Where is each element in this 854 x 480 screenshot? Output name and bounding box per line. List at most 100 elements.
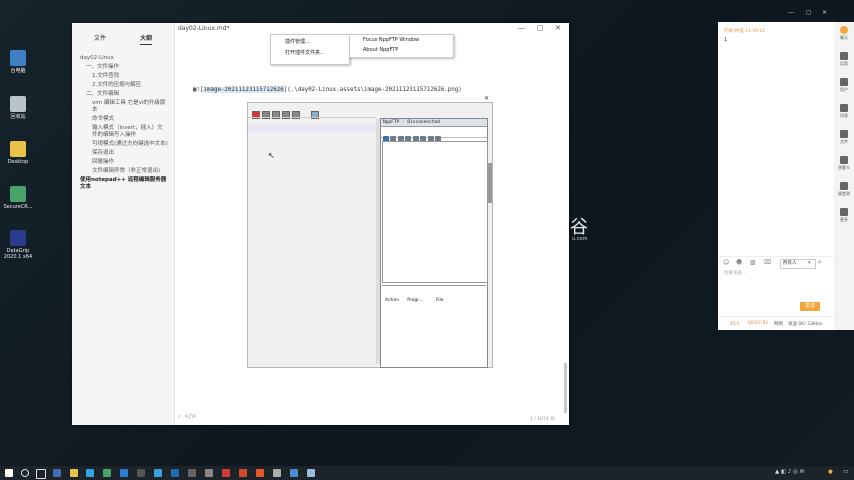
app-icon[interactable]: [222, 469, 230, 477]
menu-item-focus-nppftp[interactable]: Focus NppFTP Window: [350, 35, 453, 45]
chat-tab-label: 聊天: [840, 35, 848, 40]
image-link-suffix: ](.\day02-Linux.assets\image-20211123115…: [283, 87, 462, 93]
securecrt-icon: [10, 186, 26, 202]
remote-file-tree[interactable]: [382, 141, 488, 283]
tray-icons[interactable]: ▲ ◧ ♪ ◎ ✉: [775, 469, 804, 475]
answer-card-tab[interactable]: 答题卡: [837, 156, 851, 171]
start-icon[interactable]: [5, 469, 13, 477]
quiz-tab[interactable]: 随堂测: [837, 182, 851, 197]
tab-outline[interactable]: 大纲: [140, 33, 153, 45]
desktop-icon-computer[interactable]: 台电脑: [2, 50, 34, 74]
menu-item-plugin-manager[interactable]: 插件管理...: [271, 35, 349, 46]
app-icon[interactable]: [307, 469, 315, 477]
tray-app-icon[interactable]: ●: [828, 469, 833, 475]
transfer-queue: Action Progr... File: [382, 285, 486, 364]
outline-item[interactable]: 回撤操作: [80, 159, 168, 166]
explorer-icon[interactable]: [53, 469, 61, 477]
desktop-icon-securecrt[interactable]: SecureCR...: [2, 186, 34, 210]
terminal-icon[interactable]: [137, 469, 145, 477]
more-tab[interactable]: 更多: [837, 208, 851, 223]
close-icon[interactable]: ✕: [822, 9, 827, 16]
column-action[interactable]: Action: [385, 298, 399, 303]
screenshot-icon[interactable]: ⌧: [764, 259, 771, 266]
outline-item[interactable]: 可视模式(通过方向键选中文本): [80, 141, 168, 148]
source-code-icon[interactable]: </>: [184, 413, 196, 420]
mic-tab-label: 话筒: [840, 61, 848, 66]
desktop-icon-recycle-bin[interactable]: 回收站: [2, 96, 34, 120]
qa-tab[interactable]: 问答: [837, 104, 851, 119]
file-tab[interactable]: 文件: [837, 130, 851, 145]
outline-item[interactable]: 保存退出: [80, 150, 168, 157]
outline-item[interactable]: 使用notepad++ 远程编辑服务器文本: [80, 177, 168, 191]
close-icon[interactable]: ✕: [555, 24, 561, 32]
task-view-icon[interactable]: [36, 469, 46, 479]
app-icon[interactable]: [256, 469, 264, 477]
image-markdown-line[interactable]: ▣![image-20211123115712626](.\day02-Linu…: [193, 87, 462, 93]
menu-item-open-plugin-folder[interactable]: 打开插件文件夹...: [271, 46, 349, 57]
app-icon[interactable]: [273, 469, 281, 477]
desktop-icon-label: SecureCR...: [3, 204, 33, 210]
chat-tab[interactable]: 聊天: [837, 26, 851, 41]
tab-files[interactable]: 文件: [94, 33, 106, 42]
desktop-icon-datagrip[interactable]: DataGrip 2020.1 x64: [2, 230, 34, 260]
menu-item-about-nppftp[interactable]: About NppFTP: [350, 45, 453, 55]
edge-icon[interactable]: [86, 469, 94, 477]
folder-icon[interactable]: [70, 469, 78, 477]
more-tab-label: 更多: [840, 217, 848, 222]
minimize-icon[interactable]: —: [518, 24, 525, 32]
embedded-screenshot: ✕ NppFTP - Disconnected Action Progr... …: [247, 95, 493, 368]
app-icon[interactable]: [239, 469, 247, 477]
lock-icon[interactable]: ⌂: [818, 259, 821, 265]
outline-item[interactable]: day02-Linux: [80, 55, 168, 62]
mic-tab[interactable]: 话筒: [837, 52, 851, 67]
outline-item[interactable]: vim 编辑工具 它是vi的升级版本: [80, 100, 168, 114]
outline-item[interactable]: 二、文件编辑: [80, 91, 168, 98]
scrollbar[interactable]: [564, 363, 567, 413]
nppftp-toolbar: [381, 127, 487, 142]
app-icon[interactable]: [188, 469, 196, 477]
app-icon[interactable]: [205, 469, 213, 477]
users-icon: [840, 78, 848, 86]
chat-input[interactable]: 到要发表...: [724, 270, 746, 276]
word-count[interactable]: 1 / 1074 词: [530, 416, 555, 422]
app-icon[interactable]: [290, 469, 298, 477]
mouse-cursor-icon: ↖: [268, 151, 275, 160]
close-icon[interactable]: ✕: [484, 95, 489, 102]
send-button[interactable]: 发送: [800, 302, 820, 311]
notepad-window: NppFTP - Disconnected Action Progr... Fi…: [247, 102, 493, 368]
image-icon[interactable]: ▨: [750, 259, 756, 266]
app-icon[interactable]: [154, 469, 162, 477]
typora-icon[interactable]: [171, 469, 179, 477]
chrome-icon[interactable]: [103, 469, 111, 477]
outline-item[interactable]: 文件编辑异常（非正常退出): [80, 168, 168, 175]
outline-item[interactable]: 2.文件的压缩与解压: [80, 82, 168, 89]
search-icon[interactable]: [21, 469, 29, 477]
users-tab[interactable]: 用户: [837, 78, 851, 93]
desktop-icon-desktop[interactable]: Desktop: [2, 141, 34, 165]
status-left[interactable]: ‹ </>: [178, 413, 196, 420]
outline-item[interactable]: 输入模式（insert，插入）文件的编辑写入操作: [80, 125, 168, 139]
sticker-icon[interactable]: ☻: [736, 259, 742, 266]
more-icon: [840, 208, 848, 216]
emoji-icon[interactable]: ☺: [723, 259, 729, 266]
plugin-context-menu: 插件管理... 打开插件文件夹...: [270, 34, 350, 65]
column-progress[interactable]: Progr...: [407, 298, 423, 303]
window-title: day02-Linux.md*: [178, 25, 230, 32]
column-file[interactable]: File: [436, 298, 444, 303]
restore-icon[interactable]: ▢: [806, 9, 812, 16]
computer-icon: [10, 50, 26, 66]
question-icon: [840, 104, 848, 112]
folder-icon: [10, 141, 26, 157]
outline-item[interactable]: 命令模式: [80, 116, 168, 123]
chevron-down-icon[interactable]: ▾: [808, 260, 811, 266]
vscode-icon[interactable]: [120, 469, 128, 477]
minimize-icon[interactable]: —: [788, 9, 794, 16]
mic-icon: [840, 52, 848, 60]
duration: 00:07:01: [748, 321, 769, 326]
users-tab-label: 用户: [840, 87, 848, 92]
notification-icon[interactable]: ▭: [843, 469, 848, 475]
outline-item[interactable]: 1.文件查找: [80, 73, 168, 80]
back-icon[interactable]: ‹: [178, 413, 180, 420]
outline-item[interactable]: 一、文件操作: [80, 64, 168, 71]
maximize-icon[interactable]: ▢: [537, 24, 544, 32]
